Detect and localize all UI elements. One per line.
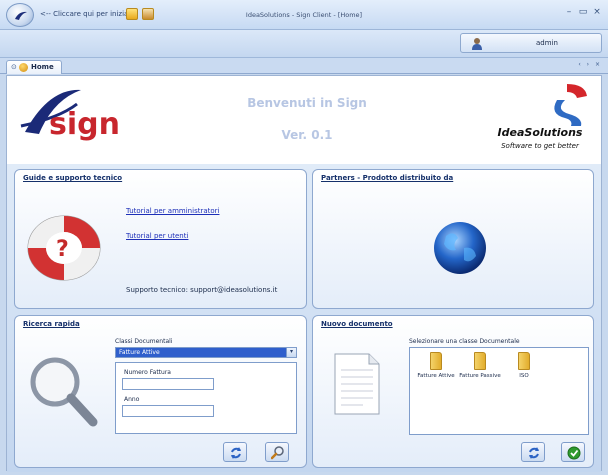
- classes-label: Classi Documentali: [115, 338, 173, 345]
- partners-panel-title: Partners - Prodotto distribuito da: [321, 174, 454, 182]
- close-button[interactable]: ×: [590, 7, 604, 17]
- document-icon: [334, 353, 380, 415]
- new-document-panel: Nuovo documento Selezionare una classe D…: [312, 315, 594, 468]
- confirm-new-document-button[interactable]: [561, 442, 585, 462]
- document-class-list: Fatture Attive Fatture Passive ISO: [409, 347, 589, 435]
- tutorial-admin-link[interactable]: Tutorial per amministratori: [126, 207, 219, 215]
- new-document-title: Nuovo documento: [321, 320, 393, 328]
- search-icon: [271, 446, 284, 460]
- globe-icon: [434, 222, 486, 274]
- document-tab-strip: ⊙ Home ‹ › ×: [0, 58, 608, 74]
- class-fatture-passive[interactable]: Fatture Passive: [458, 352, 502, 380]
- folder-icon: [474, 352, 486, 370]
- refresh-classes-button[interactable]: [521, 442, 545, 462]
- tab-label: Home: [31, 63, 54, 71]
- quick-search-panel: Ricerca rapida Classi Documentali Fattur…: [14, 315, 307, 468]
- magnifier-icon: [30, 357, 98, 427]
- guide-panel-title: Guide e supporto tecnico: [23, 174, 123, 182]
- confirm-icon: [567, 446, 581, 460]
- version-label: Ver. 0.1: [281, 128, 333, 142]
- selected-class-value: Fatture Attive: [119, 349, 160, 356]
- invoice-number-label: Numero Fattura: [124, 369, 171, 376]
- class-label: ISO: [519, 373, 529, 379]
- document-class-select[interactable]: Fatture Attive ▾: [115, 347, 297, 358]
- sign-logo: sign: [20, 89, 120, 142]
- minimize-button[interactable]: –: [562, 7, 576, 17]
- class-fatture-attive[interactable]: Fatture Attive: [414, 352, 458, 380]
- guide-panel: Guide e supporto tecnico ? Tutorial per …: [14, 169, 307, 309]
- window-title: IdeaSolutions - Sign Client - [Home]: [245, 11, 363, 19]
- company-name: IdeaSolutions: [497, 126, 583, 139]
- search-fields-box: Numero Fattura Anno: [115, 362, 297, 434]
- svg-text:?: ?: [56, 237, 69, 262]
- class-iso[interactable]: ISO: [502, 352, 546, 380]
- refresh-icon: [529, 447, 539, 459]
- class-label: Fatture Passive: [459, 373, 501, 379]
- home-icon: [19, 63, 28, 72]
- dashboard-panels: Guide e supporto tecnico ? Tutorial per …: [7, 164, 601, 472]
- user-panel[interactable]: admin: [460, 33, 602, 53]
- maximize-button[interactable]: ▭: [576, 7, 590, 17]
- refresh-button[interactable]: [223, 442, 247, 462]
- year-input[interactable]: [122, 405, 214, 417]
- invoice-number-input[interactable]: [122, 378, 214, 390]
- user-name: admin: [536, 39, 558, 47]
- refresh-icon: [231, 447, 241, 459]
- chevron-down-icon[interactable]: ▾: [286, 348, 296, 357]
- partners-panel: Partners - Prodotto distribuito da: [312, 169, 594, 309]
- tab-close-icon[interactable]: ⊙: [11, 63, 17, 71]
- search-button[interactable]: [265, 442, 289, 462]
- svg-text:sign: sign: [49, 107, 120, 142]
- title-bar: <-- Cliccare qui per iniziare IdeaSoluti…: [0, 0, 608, 30]
- tab-home[interactable]: ⊙ Home: [6, 60, 62, 74]
- folder-icon: [518, 352, 530, 370]
- ribbon-bar: admin: [0, 30, 608, 58]
- lifebuoy-help-icon: ?: [27, 215, 101, 281]
- class-label: Fatture Attive: [417, 373, 455, 379]
- home-page: sign Benvenuti in Sign Ver. 0.1 IdeaSolu…: [6, 75, 602, 472]
- support-contact: Supporto tecnico: support@ideasolutions.…: [126, 286, 278, 294]
- quick-search-title: Ricerca rapida: [23, 320, 80, 328]
- year-label: Anno: [124, 396, 140, 403]
- tab-navigation-controls[interactable]: ‹ › ×: [578, 61, 602, 68]
- folder-icon: [430, 352, 442, 370]
- user-icon: [472, 38, 482, 50]
- tutorial-users-link[interactable]: Tutorial per utenti: [126, 232, 188, 240]
- select-class-prompt: Selezionare una classe Documentale: [409, 338, 520, 345]
- company-tagline: Software to get better: [501, 142, 579, 150]
- home-header: sign Benvenuti in Sign Ver. 0.1 IdeaSolu…: [7, 76, 601, 164]
- welcome-heading: Benvenuti in Sign: [247, 96, 367, 110]
